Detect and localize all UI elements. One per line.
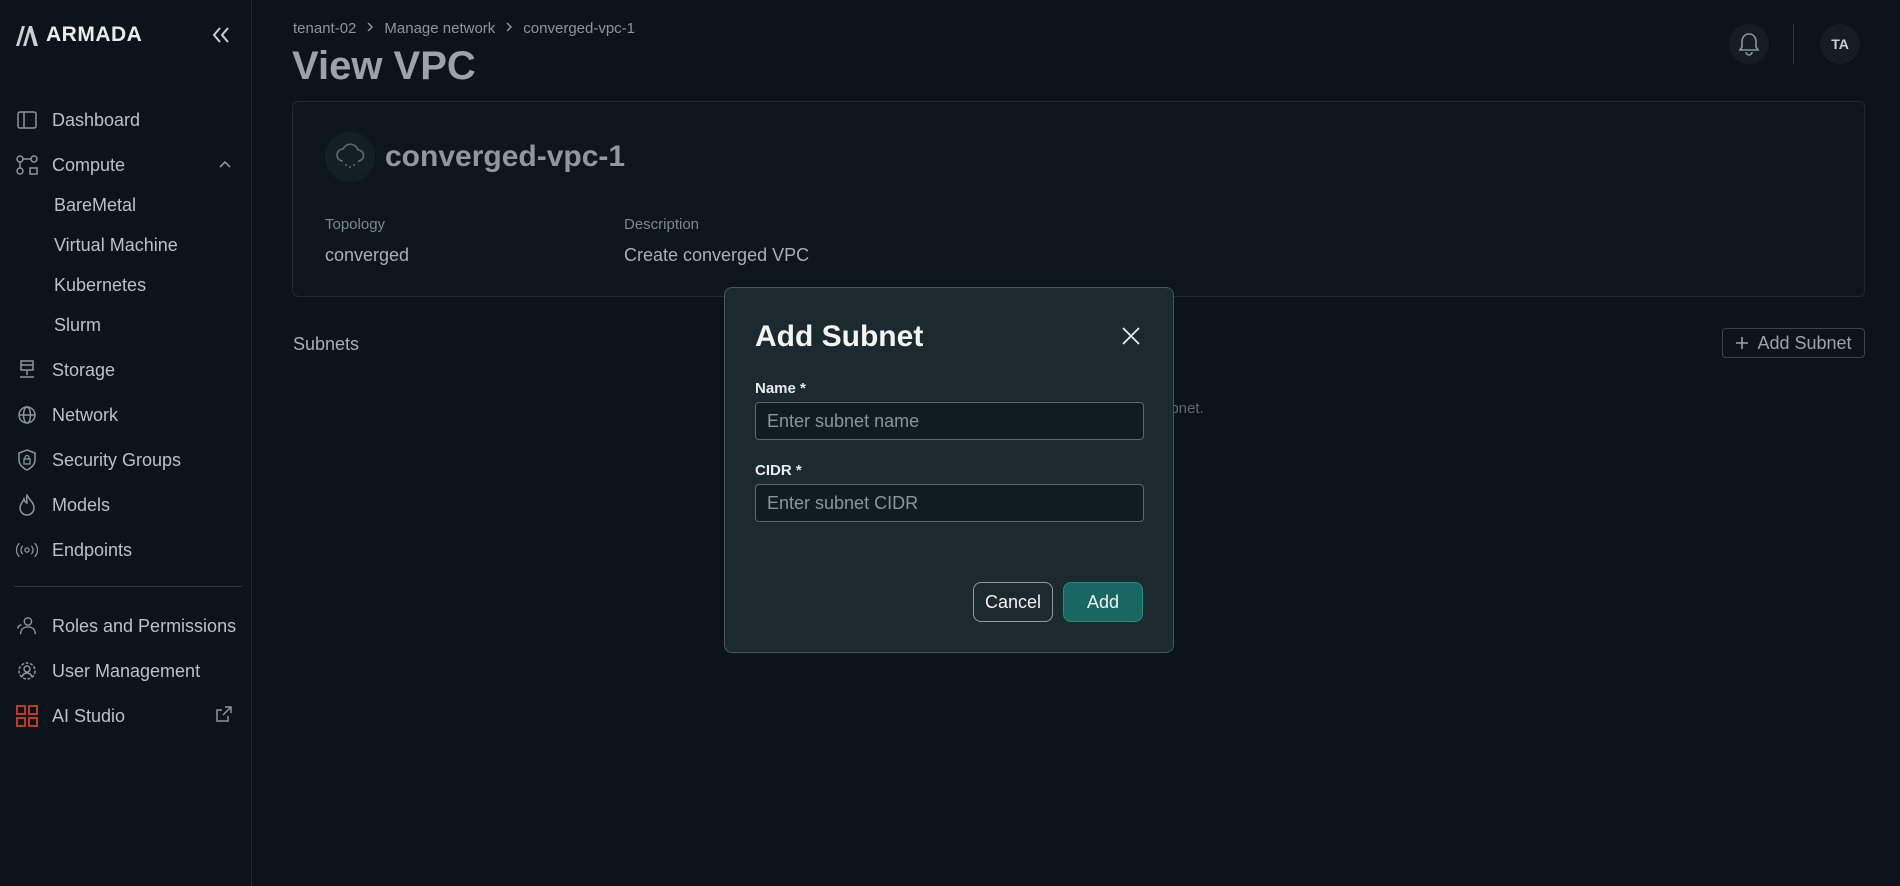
close-button[interactable] (1117, 322, 1145, 350)
cancel-button[interactable]: Cancel (973, 582, 1053, 622)
subnet-cidr-input[interactable] (755, 484, 1144, 522)
close-icon (1122, 327, 1140, 345)
add-subnet-dialog: Add Subnet Name * CIDR * Cancel Add (724, 287, 1174, 653)
add-button[interactable]: Add (1063, 582, 1143, 622)
subnet-name-input[interactable] (755, 402, 1144, 440)
dialog-title: Add Subnet (755, 320, 924, 353)
cidr-label: CIDR * (755, 462, 802, 479)
name-label: Name * (755, 380, 806, 397)
